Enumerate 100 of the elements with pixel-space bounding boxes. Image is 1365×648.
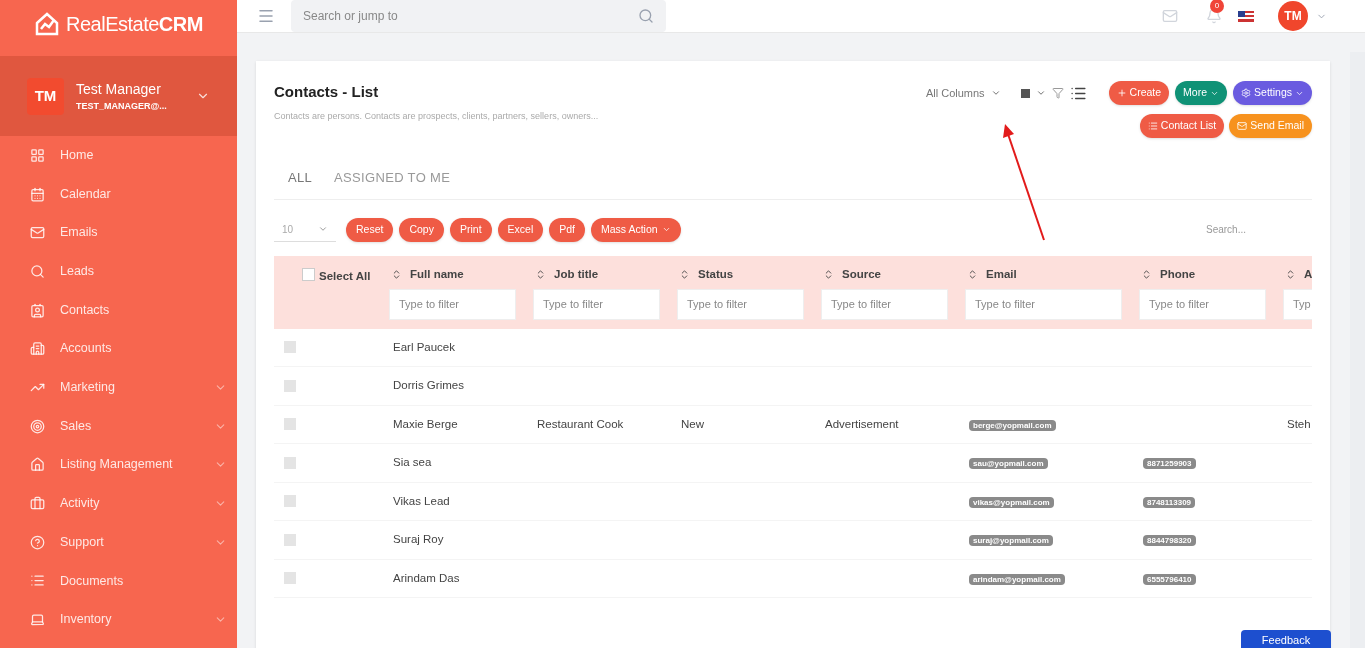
notification-badge: 0 <box>1210 0 1224 13</box>
email-tag: berge@yopmail.com <box>969 419 1056 431</box>
select-all-checkbox[interactable] <box>302 267 315 281</box>
grid-icon <box>30 147 45 163</box>
table-cell: Steh <box>1287 417 1311 430</box>
column-header[interactable]: Phone <box>1160 265 1196 283</box>
row-checkbox[interactable] <box>284 341 296 354</box>
sort-icon[interactable] <box>1141 268 1152 280</box>
sidebar-item[interactable]: Calendar <box>0 174 237 214</box>
plus-icon <box>1116 88 1127 98</box>
column-header[interactable]: Status <box>698 265 734 283</box>
filter-field[interactable]: Type to filter <box>821 288 948 320</box>
phone-tag: 6555796410 <box>1143 573 1196 585</box>
user-avatar[interactable]: TM <box>1278 1 1308 31</box>
filter-field[interactable]: Type to filter <box>965 288 1122 320</box>
home-icon <box>30 457 45 473</box>
toolbar-button[interactable]: Pdf <box>549 217 585 242</box>
columns-select[interactable]: All Columns <box>925 84 985 102</box>
contact-card-icon <box>30 302 45 318</box>
table-cell: Arindam Das <box>393 571 460 584</box>
sidebar-item[interactable]: Documents <box>0 561 237 601</box>
column-header[interactable]: Email <box>986 265 1017 283</box>
menu-icon[interactable] <box>257 7 275 25</box>
row-checkbox[interactable] <box>284 379 296 392</box>
sidebar-item[interactable]: Activity <box>0 484 237 523</box>
filter-field[interactable]: Typ <box>1283 288 1312 320</box>
help-icon <box>30 534 45 550</box>
toolbar-button[interactable]: Print <box>449 217 492 242</box>
action-button[interactable]: More <box>1175 81 1228 105</box>
page-size-select[interactable]: 10 <box>274 217 336 242</box>
filter-field[interactable]: Type to filter <box>389 288 516 320</box>
sidebar-item[interactable]: Contacts <box>0 290 237 330</box>
sidebar-item[interactable]: Marketing <box>0 368 237 407</box>
row-checkbox[interactable] <box>284 418 296 431</box>
action-button[interactable]: Create <box>1108 81 1170 105</box>
sidebar-item[interactable]: Inventory <box>0 600 237 639</box>
page-title: Contacts - List <box>274 82 380 102</box>
sidebar-item[interactable]: Home <box>0 136 237 175</box>
building-icon <box>30 341 45 357</box>
caret-icon <box>661 225 671 234</box>
action-button[interactable]: Contact List <box>1139 114 1225 138</box>
toolbar-button[interactable]: Reset <box>346 217 394 242</box>
email-tag: vikas@yopmail.com <box>969 496 1054 508</box>
column-header[interactable]: A <box>1304 265 1312 283</box>
caret-icon[interactable] <box>1035 88 1046 98</box>
view-toggle-icon[interactable] <box>1020 88 1030 98</box>
sidebar-item[interactable]: Listing Management <box>0 445 237 485</box>
toolbar-button[interactable]: Mass Action <box>591 217 681 242</box>
toolbar-button[interactable]: Excel <box>497 217 544 242</box>
feedback-button[interactable]: Feedback <box>1241 630 1331 648</box>
phone-tag: 8748113309 <box>1143 496 1196 508</box>
phone-tag: 8844798320 <box>1143 535 1196 547</box>
tab[interactable]: ALL <box>288 168 313 188</box>
sidebar-item[interactable]: Accounts <box>0 329 237 369</box>
search-icon <box>638 8 654 24</box>
sort-icon[interactable] <box>679 268 690 280</box>
row-checkbox[interactable] <box>284 533 296 546</box>
mail-icon <box>30 225 45 241</box>
bell-icon[interactable] <box>1206 8 1222 24</box>
row-checkbox[interactable] <box>284 495 296 508</box>
search-field[interactable]: Search or jump to <box>291 0 666 32</box>
table-cell: Advertisement <box>825 417 899 430</box>
row-checkbox[interactable] <box>284 456 296 469</box>
table-cell: Restaurant Cook <box>537 417 624 430</box>
column-header[interactable]: Source <box>842 265 881 283</box>
email-tag: arindam@yopmail.com <box>969 573 1065 585</box>
column-header[interactable]: Job title <box>554 265 599 283</box>
user-name: Test Manager <box>76 79 162 99</box>
calendar-icon <box>30 186 45 202</box>
filter-icon[interactable] <box>1051 87 1064 99</box>
user-panel[interactable]: TM Test Manager TEST_MANAGER@... <box>0 56 237 136</box>
column-header[interactable]: Full name <box>410 265 464 283</box>
sidebar-item[interactable]: Sales <box>0 406 237 446</box>
sort-icon[interactable] <box>535 268 546 280</box>
sort-icon[interactable] <box>1285 268 1296 280</box>
table-cell: Earl Paucek <box>393 340 455 353</box>
sort-icon[interactable] <box>823 268 834 280</box>
sort-icon[interactable] <box>391 268 402 280</box>
email-tag: suraj@yopmail.com <box>969 535 1053 547</box>
sort-icon[interactable] <box>967 268 978 280</box>
toolbar-button[interactable]: Copy <box>399 217 444 242</box>
row-checkbox[interactable] <box>284 572 296 585</box>
filter-field[interactable]: Type to filter <box>1139 288 1266 320</box>
action-button[interactable]: Send Email <box>1229 114 1312 138</box>
filter-field[interactable]: Type to filter <box>533 288 660 320</box>
user-email: TEST_MANAGER@... <box>76 99 168 113</box>
table-search-field[interactable]: Search... <box>1192 222 1312 237</box>
flag-icon[interactable] <box>1238 10 1254 22</box>
sidebar-item[interactable]: Support <box>0 522 237 562</box>
filter-field[interactable]: Type to filter <box>677 288 804 320</box>
caret-icon <box>318 224 328 234</box>
action-button[interactable]: Settings <box>1233 81 1312 105</box>
list-icon <box>30 573 45 589</box>
briefcase-icon <box>30 496 45 512</box>
caret-icon[interactable] <box>990 88 1001 98</box>
gear-icon <box>1241 88 1252 98</box>
target-icon <box>30 418 45 434</box>
sidebar-item[interactable]: Leads <box>0 252 237 291</box>
sidebar-item[interactable]: Emails <box>0 213 237 253</box>
tab[interactable]: ASSIGNED TO ME <box>334 168 451 188</box>
